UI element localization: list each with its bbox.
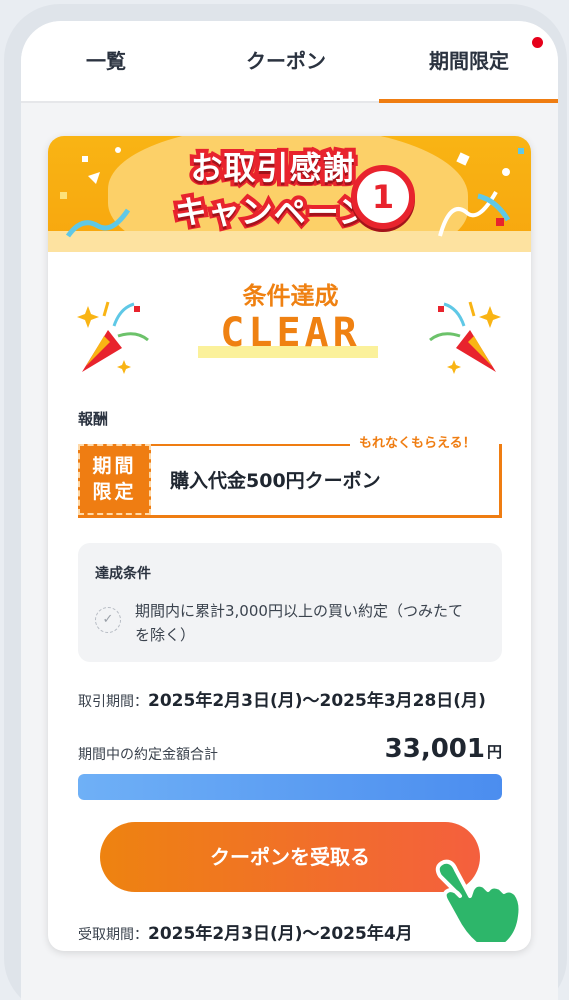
- campaign-banner: お取引感謝 キャンペーン 1: [48, 136, 531, 252]
- reward-note: もれなくもらえる！: [359, 436, 476, 451]
- notification-dot: [532, 37, 543, 48]
- party-popper-icon: [429, 301, 501, 374]
- condition-title: 達成条件: [95, 566, 151, 582]
- reward-title: 購入代金500円クーポン: [170, 470, 381, 492]
- party-popper-icon: [77, 301, 149, 374]
- total-unit: 円: [486, 743, 502, 761]
- receive-period-label: 受取期間：: [78, 927, 148, 943]
- screen: 一覧 クーポン 期間限定 お取引感謝 キャンペーン 1 条件達成 CLEAR 報…: [21, 21, 558, 1000]
- tab-list[interactable]: 一覧: [41, 45, 171, 85]
- trade-period: 取引期間：2025年2月3日(月)〜2025年3月28日(月): [78, 686, 508, 711]
- reward-box: もれなくもらえる！ 期間 限定 購入代金500円クーポン: [78, 436, 502, 518]
- receive-period: 受取期間：2025年2月3日(月)〜2025年4月: [78, 919, 508, 944]
- trade-period-label: 取引期間：: [78, 694, 148, 710]
- tab-limited-time[interactable]: 期間限定: [379, 45, 558, 85]
- limited-badge-line1: 期間: [92, 455, 137, 477]
- total-label: 期間中の約定金額合計: [78, 747, 218, 763]
- condition-text: 期間内に累計3,000円以上の買い約定（つみたてを除く）: [135, 602, 463, 644]
- total-amount: 33,001: [384, 734, 485, 764]
- receive-coupon-button[interactable]: クーポンを受取る: [100, 822, 480, 892]
- active-tab-indicator: [379, 99, 558, 103]
- progress-fill: [78, 774, 502, 800]
- condition-box: 達成条件 ✓ 期間内に累計3,000円以上の買い約定（つみたてを除く）: [78, 543, 502, 662]
- reward-label: 報酬: [78, 410, 109, 428]
- check-circle-icon: ✓: [95, 607, 121, 633]
- trade-period-value: 2025年2月3日(月)〜2025年3月28日(月): [148, 691, 486, 711]
- clear-status-word: CLEAR: [220, 310, 361, 356]
- limited-time-badge: 期間 限定: [78, 444, 151, 515]
- phone-frame: 一覧 クーポン 期間限定 お取引感謝 キャンペーン 1 条件達成 CLEAR 報…: [4, 4, 567, 1000]
- limited-badge-line2: 限定: [92, 481, 137, 503]
- tab-bar: 一覧 クーポン 期間限定: [21, 21, 558, 103]
- receive-period-value: 2025年2月3日(月)〜2025年4月: [148, 924, 413, 944]
- campaign-card: お取引感謝 キャンペーン 1 条件達成 CLEAR 報酬 もれなくもらえる！ 期…: [48, 136, 531, 951]
- clear-status: 条件達成 CLEAR: [48, 266, 531, 376]
- tab-coupon[interactable]: クーポン: [191, 45, 381, 85]
- status-subtitle: 条件達成: [242, 282, 339, 310]
- total-value: 33,001 円: [385, 734, 502, 764]
- campaign-number-badge: 1: [351, 165, 415, 229]
- progress-bar: [78, 774, 502, 800]
